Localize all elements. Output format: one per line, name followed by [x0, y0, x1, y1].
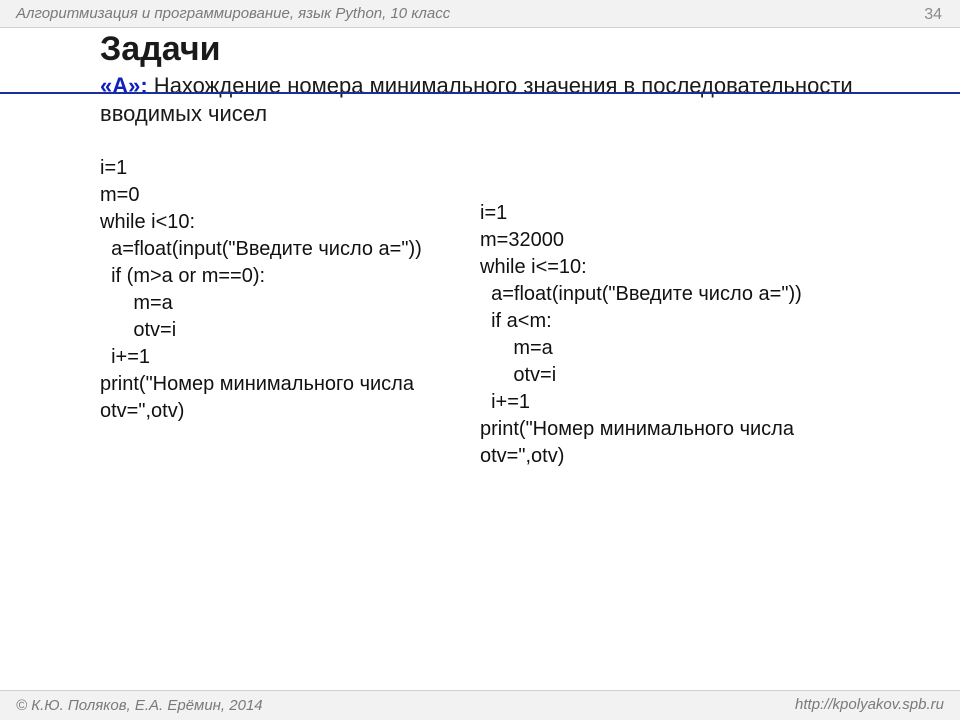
- slide-title: Задачи: [100, 30, 221, 69]
- task-description: «A»: Нахождение номера минимального знач…: [100, 72, 920, 127]
- footer-bar: © К.Ю. Поляков, Е.А. Ерёмин, 2014 http:/…: [0, 690, 960, 720]
- slide: Алгоритмизация и программирование, язык …: [0, 0, 960, 720]
- task-label: «A»:: [100, 73, 148, 98]
- footer-url: http://kpolyakov.spb.ru: [795, 696, 944, 713]
- header-bar: Алгоритмизация и программирование, язык …: [0, 0, 960, 28]
- copyright-icon: ©: [16, 697, 27, 714]
- course-title: Алгоритмизация и программирование, язык …: [16, 5, 450, 22]
- task-body: Нахождение номера минимального значения …: [100, 73, 853, 126]
- title-underline: [0, 92, 960, 94]
- footer-authors: К.Ю. Поляков, Е.А. Ерёмин, 2014: [27, 697, 263, 714]
- code-block-left: i=1 m=0 while i<10: a=float(input("Введи…: [100, 155, 422, 425]
- code-block-right: i=1 m=32000 while i<=10: a=float(input("…: [480, 200, 802, 470]
- page-number: 34: [924, 6, 942, 24]
